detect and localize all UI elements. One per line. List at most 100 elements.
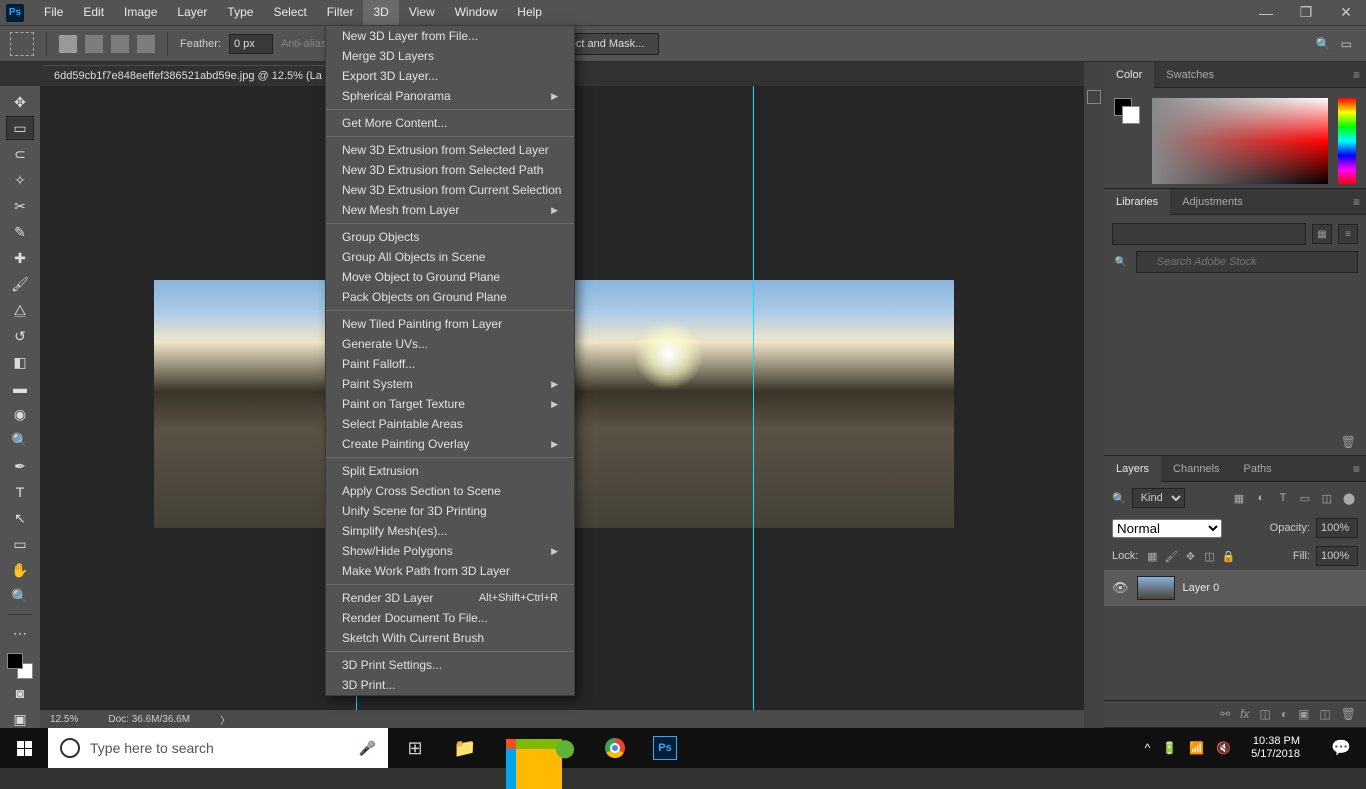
workspace-icon[interactable]: ▭ [1341, 37, 1352, 51]
tab-swatches[interactable]: Swatches [1154, 62, 1226, 88]
eyedropper-tool[interactable]: ✎ [6, 220, 34, 244]
start-button[interactable] [0, 728, 48, 768]
menu-item[interactable]: New 3D Extrusion from Selected Path [326, 160, 574, 180]
menu-item[interactable]: Paint on Target Texture▶ [326, 394, 574, 414]
trash-icon[interactable]: 🗑 [1341, 707, 1356, 721]
photoshop-taskbar-icon[interactable]: Ps [642, 728, 688, 768]
search-icon[interactable]: 🔍 [1316, 37, 1331, 51]
library-search-input[interactable] [1136, 251, 1358, 273]
menu-item[interactable]: 3D Print... [326, 675, 574, 695]
view-list-icon[interactable]: ≡ [1338, 224, 1358, 244]
eraser-tool[interactable]: ◧ [6, 350, 34, 374]
trash-icon[interactable]: 🗑 [1341, 435, 1356, 449]
menu-item[interactable]: Render 3D LayerAlt+Shift+Ctrl+R [326, 588, 574, 608]
quick-mask[interactable]: ◙ [6, 681, 34, 705]
hue-slider[interactable] [1338, 98, 1356, 184]
filter-type-icon[interactable]: T [1274, 489, 1292, 507]
menu-window[interactable]: Window [445, 0, 508, 25]
group-icon[interactable]: ▣ [1298, 707, 1309, 721]
healing-tool[interactable]: ✚ [6, 246, 34, 270]
pen-tool[interactable]: ✒ [6, 454, 34, 478]
store-icon[interactable] [492, 728, 538, 768]
view-grid-icon[interactable]: ▦ [1312, 224, 1332, 244]
dodge-tool[interactable]: 🔍 [6, 428, 34, 452]
history-dock-icon[interactable] [1087, 90, 1101, 104]
taskbar-search[interactable]: Type here to search 🎤 [48, 728, 388, 768]
fill-input[interactable] [1316, 546, 1358, 566]
color-swatch[interactable] [7, 653, 33, 679]
menu-edit[interactable]: Edit [73, 0, 114, 25]
lasso-tool[interactable]: ⊂ [6, 142, 34, 166]
menu-item[interactable]: Export 3D Layer... [326, 66, 574, 86]
quick-select-tool[interactable]: ✧ [6, 168, 34, 192]
fx-icon[interactable]: fx [1240, 707, 1249, 721]
zoom-tool[interactable]: 🔍 [6, 584, 34, 608]
mic-icon[interactable]: 🎤 [359, 740, 376, 757]
menu-item[interactable]: Render Document To File... [326, 608, 574, 628]
task-view-icon[interactable]: ⊞ [392, 728, 438, 768]
tab-channels[interactable]: Channels [1161, 456, 1231, 482]
tray-chevron-icon[interactable]: ^ [1145, 741, 1151, 755]
menu-item[interactable]: Spherical Panorama▶ [326, 86, 574, 106]
brush-tool[interactable]: 🖌 [6, 272, 34, 296]
restore-button[interactable]: ❐ [1286, 0, 1326, 25]
filter-smart-icon[interactable]: ◫ [1318, 489, 1336, 507]
new-layer-icon[interactable]: ◫ [1319, 707, 1330, 721]
layer-row[interactable]: 👁 Layer 0 [1104, 570, 1366, 606]
lock-position-icon[interactable]: ✥ [1182, 550, 1198, 563]
shape-tool[interactable]: ▭ [6, 532, 34, 556]
move-tool[interactable]: ✥ [6, 90, 34, 114]
mask-icon[interactable]: ◫ [1259, 707, 1270, 721]
file-explorer-icon[interactable]: 📁 [442, 728, 488, 768]
adjustment-icon[interactable]: ◐ [1281, 707, 1288, 721]
menu-item[interactable]: New Tiled Painting from Layer [326, 314, 574, 334]
blur-tool[interactable]: ◉ [6, 402, 34, 426]
menu-item[interactable]: Create Painting Overlay▶ [326, 434, 574, 454]
menu-item[interactable]: 3D Print Settings... [326, 655, 574, 675]
menu-item[interactable]: Get More Content... [326, 113, 574, 133]
lock-image-icon[interactable]: 🖌 [1163, 550, 1179, 563]
crop-tool[interactable]: ✂ [6, 194, 34, 218]
menu-view[interactable]: View [399, 0, 445, 25]
menu-item[interactable]: Paint System▶ [326, 374, 574, 394]
panel-menu-icon[interactable]: ≡ [1353, 68, 1360, 82]
menu-item[interactable]: Simplify Mesh(es)... [326, 521, 574, 541]
menu-help[interactable]: Help [507, 0, 552, 25]
menu-filter[interactable]: Filter [317, 0, 364, 25]
utorrent-icon[interactable]: ⬤ [542, 728, 588, 768]
filter-shape-icon[interactable]: ▭ [1296, 489, 1314, 507]
menu-item[interactable]: Select Paintable Areas [326, 414, 574, 434]
panel-menu-icon[interactable]: ≡ [1353, 462, 1360, 476]
guide-vertical[interactable] [753, 86, 754, 714]
feather-input[interactable] [229, 34, 273, 54]
opacity-input[interactable] [1316, 518, 1358, 538]
filter-pixel-icon[interactable]: ▦ [1230, 489, 1248, 507]
battery-icon[interactable]: 🔋 [1162, 741, 1177, 755]
menu-item[interactable]: Paint Falloff... [326, 354, 574, 374]
chrome-icon[interactable] [592, 728, 638, 768]
lock-transparency-icon[interactable]: ▦ [1144, 550, 1160, 563]
zoom-level[interactable]: 12.5% [50, 714, 78, 725]
wifi-icon[interactable]: 📶 [1189, 741, 1204, 755]
layer-thumbnail[interactable] [1137, 576, 1175, 600]
menu-3d[interactable]: 3D [363, 0, 398, 25]
action-center-icon[interactable]: 💬 [1320, 728, 1362, 768]
visibility-icon[interactable]: 👁 [1112, 580, 1129, 596]
menu-item[interactable]: Make Work Path from 3D Layer [326, 561, 574, 581]
menu-item[interactable]: Show/Hide Polygons▶ [326, 541, 574, 561]
selection-add-icon[interactable] [85, 35, 103, 53]
menu-item[interactable]: New 3D Extrusion from Selected Layer [326, 140, 574, 160]
menu-image[interactable]: Image [114, 0, 167, 25]
tab-adjustments[interactable]: Adjustments [1170, 189, 1255, 215]
gradient-tool[interactable]: ▬ [6, 376, 34, 400]
layer-kind-select[interactable]: Kind [1132, 488, 1185, 508]
tab-color[interactable]: Color [1104, 62, 1154, 88]
close-button[interactable]: ✕ [1326, 0, 1366, 25]
menu-select[interactable]: Select [263, 0, 316, 25]
menu-item[interactable]: New 3D Layer from File... [326, 26, 574, 46]
tab-layers[interactable]: Layers [1104, 456, 1161, 482]
menu-item[interactable]: New 3D Extrusion from Current Selection [326, 180, 574, 200]
path-select-tool[interactable]: ↖ [6, 506, 34, 530]
history-brush-tool[interactable]: ↺ [6, 324, 34, 348]
menu-item[interactable]: New Mesh from Layer▶ [326, 200, 574, 220]
